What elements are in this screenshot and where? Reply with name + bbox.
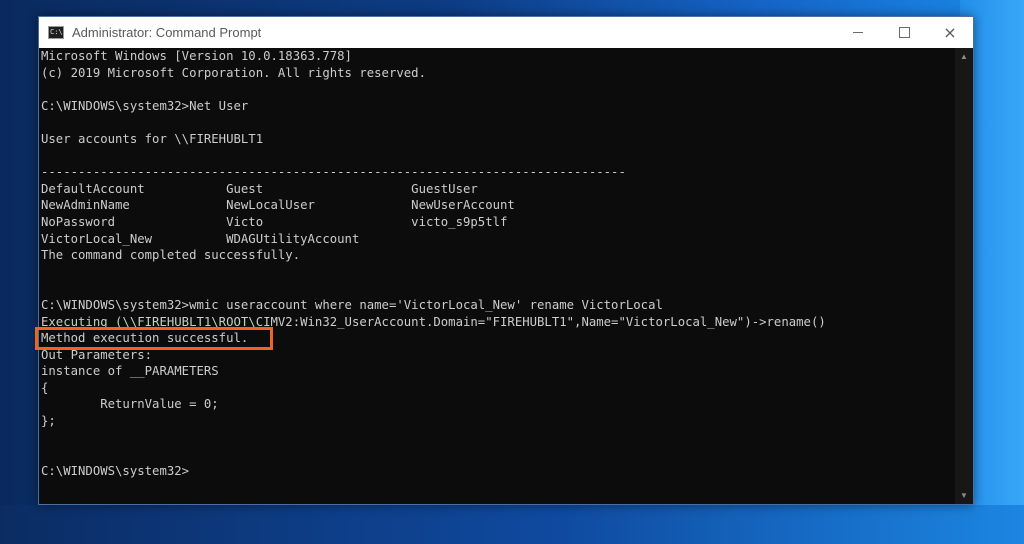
minimize-button[interactable] — [835, 17, 881, 48]
minimize-icon — [853, 32, 863, 33]
scroll-down-icon[interactable]: ▼ — [955, 487, 973, 504]
maximize-button[interactable] — [881, 17, 927, 48]
console-line: ReturnValue = 0; — [41, 397, 219, 412]
highlight-annotation-box — [35, 327, 273, 350]
console-line: }; — [41, 414, 56, 429]
console-line: VictorLocal_New WDAGUtilityAccount — [41, 231, 360, 246]
console-line: C:\WINDOWS\system32> — [41, 463, 190, 478]
console-line: C:\WINDOWS\system32>Net User — [41, 98, 249, 113]
scroll-up-icon[interactable]: ▲ — [955, 48, 973, 65]
console-line: { — [41, 380, 49, 395]
title-bar[interactable]: C:\ Administrator: Command Prompt × — [39, 17, 973, 48]
window-title: Administrator: Command Prompt — [72, 25, 262, 40]
console-line: instance of __PARAMETERS — [41, 364, 219, 379]
console-output[interactable]: Microsoft Windows [Version 10.0.18363.77… — [39, 48, 955, 504]
close-icon: × — [943, 23, 957, 42]
vertical-scrollbar[interactable]: ▲ ▼ — [955, 48, 973, 504]
close-button[interactable]: × — [927, 17, 973, 48]
console-line: ----------------------------------------… — [41, 165, 626, 180]
console-line: User accounts for \\FIREHUBLT1 — [41, 131, 264, 146]
console-line: DefaultAccount Guest GuestUser — [41, 181, 478, 196]
desktop-wallpaper-band — [0, 505, 1024, 544]
console-line: (c) 2019 Microsoft Corporation. All righ… — [41, 65, 426, 80]
console-line: The command completed successfully. — [41, 248, 301, 263]
window-controls: × — [835, 17, 973, 48]
console-line: NewAdminName NewLocalUser NewUserAccount — [41, 198, 515, 213]
console-line: C:\WINDOWS\system32>wmic useraccount whe… — [41, 297, 663, 312]
maximize-icon — [898, 27, 910, 38]
command-prompt-icon: C:\ — [48, 26, 64, 39]
command-prompt-window: C:\ Administrator: Command Prompt × Micr… — [38, 16, 974, 505]
console-lines: Microsoft Windows [Version 10.0.18363.77… — [41, 48, 826, 479]
console-line: Microsoft Windows [Version 10.0.18363.77… — [41, 49, 352, 63]
console-line: NoPassword Victo victo_s9p5tlf — [41, 214, 508, 229]
